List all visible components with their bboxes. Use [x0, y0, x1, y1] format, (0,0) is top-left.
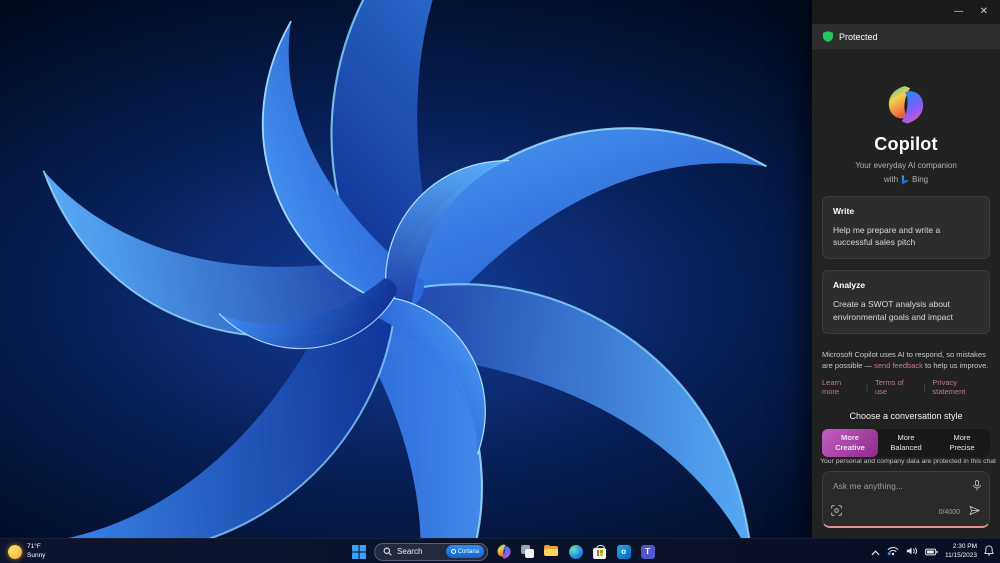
- weather-widget[interactable]: 71°F Sunny: [8, 539, 45, 563]
- clock-date: 11/15/2023: [944, 551, 977, 559]
- battery-icon: [925, 548, 938, 555]
- copilot-panel: — ✕ Protected Copilot Your everyday AI c…: [812, 0, 1000, 538]
- windows-start-icon: [351, 544, 366, 559]
- style-option-line2: Balanced: [890, 443, 922, 452]
- weather-condition: Sunny: [27, 551, 46, 559]
- badge-label: Cortana: [457, 548, 480, 555]
- taskbar-copilot-button[interactable]: [495, 543, 512, 560]
- style-option-balanced[interactable]: More Balanced: [878, 429, 934, 457]
- copilot-body: Copilot Your everyday AI companion with …: [812, 49, 1000, 538]
- notification-bell-icon: [984, 544, 994, 555]
- copilot-subtitle: Your everyday AI companion: [855, 160, 957, 170]
- tray-overflow-button[interactable]: [871, 543, 880, 561]
- learn-more-link[interactable]: Learn more: [822, 378, 859, 396]
- style-option-precise[interactable]: More Precise: [934, 429, 990, 457]
- copilot-logo-icon: [888, 86, 924, 124]
- data-protection-note: Your personal and company data are prote…: [820, 457, 996, 465]
- weather-temperature: 71°F: [27, 542, 41, 550]
- style-option-line2: Creative: [835, 443, 865, 452]
- taskbar-center: Search Cortana o T: [350, 539, 656, 563]
- teams-button[interactable]: T: [639, 543, 656, 560]
- copilot-icon: [497, 544, 511, 559]
- chevron-up-icon: [871, 549, 880, 555]
- battery-button[interactable]: [925, 543, 938, 561]
- system-tray: 2:30 PM 11/15/2023: [871, 539, 994, 563]
- task-view-button[interactable]: [519, 543, 536, 560]
- clock-time: 2:30 PM: [952, 542, 977, 550]
- search-label: Search: [397, 547, 423, 556]
- minimize-button[interactable]: —: [954, 7, 964, 17]
- ai-disclaimer: Microsoft Copilot uses AI to respond, so…: [822, 349, 990, 372]
- wifi-icon: [887, 546, 899, 555]
- chat-composer: 0/4000: [822, 471, 990, 528]
- speaker-icon: [906, 546, 918, 555]
- outlook-icon: o: [616, 544, 631, 559]
- screenshot-capture-icon: [831, 505, 842, 516]
- data-protection-text: Your personal and company data are prote…: [820, 457, 996, 465]
- clock-widget[interactable]: 2:30 PM 11/15/2023: [945, 543, 977, 561]
- card-title: Analyze: [833, 280, 866, 290]
- character-counter: 0/4000: [938, 508, 960, 516]
- protected-status-bar: Protected: [812, 24, 1000, 49]
- style-option-line2: Precise: [949, 443, 975, 452]
- suggestion-card-analyze[interactable]: Analyze Create a SWOT analysis about env…: [822, 270, 990, 334]
- bing-label: Bing: [912, 175, 929, 184]
- send-icon: [969, 505, 980, 516]
- conversation-style-heading: Choose a conversation style: [849, 411, 963, 421]
- composer-toolbar: 0/4000: [831, 503, 981, 521]
- microsoft-store-button[interactable]: [591, 543, 608, 560]
- with-text: with: [883, 175, 899, 184]
- footer-links: Learn more | Terms of use | Privacy stat…: [822, 378, 990, 396]
- style-option-line1: More: [841, 432, 859, 442]
- style-option-creative[interactable]: More Creative: [822, 429, 878, 457]
- network-button[interactable]: [887, 543, 899, 561]
- search-icon: [383, 547, 392, 556]
- style-option-line1: More: [897, 432, 915, 442]
- with-bing-line: with Bing: [822, 174, 990, 185]
- outlook-button[interactable]: o: [615, 543, 632, 560]
- file-explorer-button[interactable]: [543, 543, 560, 560]
- conversation-style-selector: More Creative More Balanced More Precise: [822, 429, 990, 457]
- search-box[interactable]: Search Cortana: [374, 542, 489, 561]
- edge-button[interactable]: [567, 543, 584, 560]
- microphone-icon: [973, 480, 981, 491]
- terms-of-use-link[interactable]: Terms of use: [875, 378, 916, 396]
- microphone-button[interactable]: [972, 479, 982, 497]
- microsoft-store-icon: [593, 544, 607, 559]
- teams-icon: T: [640, 544, 655, 559]
- taskbar: 71°F Sunny Search Cortana o T 2:30 PM 11…: [0, 538, 1000, 563]
- screenshot-capture-button[interactable]: [831, 503, 842, 521]
- edge-icon: [568, 544, 583, 559]
- ask-me-anything-input[interactable]: [823, 472, 961, 491]
- disclaimer-text-after: to help us improve.: [922, 360, 989, 370]
- divider: |: [866, 382, 868, 392]
- close-button[interactable]: ✕: [980, 7, 988, 17]
- badge-icon: [450, 549, 456, 554]
- send-button[interactable]: [968, 503, 981, 521]
- divider: |: [923, 382, 926, 392]
- bing-logo-icon: [901, 174, 909, 185]
- copilot-title: Copilot: [874, 133, 938, 154]
- copilot-titlebar: — ✕: [812, 0, 1000, 24]
- notification-center-button[interactable]: [984, 543, 994, 561]
- style-option-line1: More: [953, 432, 971, 442]
- privacy-statement-link[interactable]: Privacy statement: [932, 378, 990, 396]
- start-button[interactable]: [350, 543, 367, 560]
- sun-icon: [8, 544, 22, 559]
- protected-label: Protected: [839, 31, 878, 42]
- shield-icon: [823, 31, 833, 42]
- send-feedback-link[interactable]: send feedback: [874, 361, 923, 370]
- suggestion-card-write[interactable]: Write Help me prepare and write a succes…: [822, 195, 990, 259]
- card-body: Create a SWOT analysis about environment…: [833, 299, 954, 322]
- search-highlight-badge[interactable]: Cortana: [445, 545, 485, 558]
- card-title: Write: [833, 205, 855, 216]
- volume-button[interactable]: [906, 543, 918, 561]
- card-body: Help me prepare and write a successful s…: [833, 224, 941, 248]
- desktop: — ✕ Protected Copilot Your everyday AI c…: [0, 0, 1000, 563]
